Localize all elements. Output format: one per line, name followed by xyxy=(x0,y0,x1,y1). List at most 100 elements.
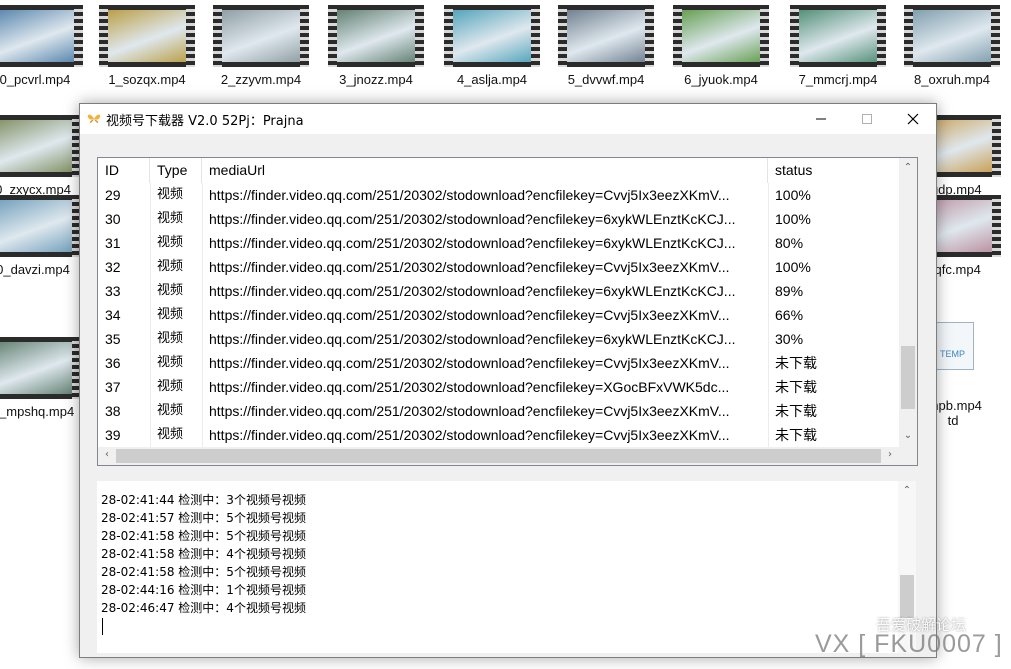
row-status: 未下载 xyxy=(775,403,817,419)
table-row[interactable]: 32 视频 https://finder.video.qq.com/251/2030… xyxy=(98,255,898,279)
row-status: 30% xyxy=(775,331,804,347)
scroll-left-arrow-icon[interactable]: ‹ xyxy=(98,449,116,460)
column-header-mediaurl[interactable]: mediaUrl xyxy=(202,158,768,183)
title-bar[interactable]: 视频号下载器 V2.0 52Pj：Prajna xyxy=(80,104,936,134)
row-id: 34 xyxy=(105,307,121,323)
column-header-id[interactable]: ID xyxy=(98,158,150,183)
row-type: 视频 xyxy=(157,403,184,418)
table-row[interactable]: 29 视频 https://finder.video.qq.com/251/2030… xyxy=(98,183,898,207)
scroll-thumb[interactable] xyxy=(116,449,881,463)
contact-watermark: VX [ FKU0007 ] xyxy=(815,630,1003,658)
video-thumbnail-icon xyxy=(673,5,769,67)
table-header: ID Type mediaUrl status xyxy=(98,158,898,183)
row-type: 视频 xyxy=(157,211,184,226)
video-thumbnail-icon xyxy=(99,5,195,67)
row-media-url: https://finder.video.qq.com/251/20302/st… xyxy=(209,283,736,299)
text-caret xyxy=(102,618,103,635)
scroll-thumb[interactable] xyxy=(900,575,914,618)
log-line: 28-02:46:47 检测中：4个视频号视频 xyxy=(101,601,306,615)
video-thumbnail-icon xyxy=(904,5,1000,67)
desktop-video-file[interactable]: 4_aslja.mp4 xyxy=(437,5,547,87)
row-status: 100% xyxy=(775,259,811,275)
row-status: 80% xyxy=(775,235,804,251)
file-name: 0_mpshq.mp4 xyxy=(0,404,75,419)
table-horizontal-scrollbar[interactable]: ‹ › xyxy=(98,447,917,465)
video-thumbnail-icon xyxy=(0,337,81,399)
desktop-video-file[interactable]: 0_davzi.mp4 xyxy=(0,195,88,277)
column-header-status[interactable]: status xyxy=(768,158,898,183)
table-row[interactable]: 31 视频 https://finder.video.qq.com/251/2030… xyxy=(98,231,898,255)
minimize-button[interactable] xyxy=(798,104,844,134)
row-media-url: https://finder.video.qq.com/251/20302/st… xyxy=(209,379,730,395)
downloader-window: 视频号下载器 V2.0 52Pj：Prajna ID Type mediaUrl… xyxy=(79,103,937,658)
row-id: 35 xyxy=(105,331,121,347)
row-media-url: https://finder.video.qq.com/251/20302/st… xyxy=(209,259,730,275)
log-line: 28-02:41:57 检测中：5个视频号视频 xyxy=(101,511,306,525)
file-name: 5_dvvwf.mp4 xyxy=(567,72,645,87)
row-status: 100% xyxy=(775,211,811,227)
temp-file-icon[interactable]: TEMP xyxy=(936,322,974,370)
desktop-video-file[interactable]: 7_mmcrj.mp4 xyxy=(783,5,893,87)
row-type: 视频 xyxy=(157,259,184,274)
video-thumbnail-icon xyxy=(558,5,654,67)
row-status: 100% xyxy=(775,187,811,203)
row-media-url: https://finder.video.qq.com/251/20302/st… xyxy=(209,235,736,251)
table-row[interactable]: 33 视频 https://finder.video.qq.com/251/2030… xyxy=(98,279,898,303)
log-line: 28-02:41:58 检测中：5个视频号视频 xyxy=(101,529,306,543)
row-id: 37 xyxy=(105,379,121,395)
log-textarea[interactable]: 28-02:41:44 检测中：3个视频号视频 28-02:41:57 检测中：5… xyxy=(97,481,916,653)
download-table[interactable]: ID Type mediaUrl status 29 视频 https://find… xyxy=(97,157,918,466)
desktop-video-file[interactable]: 1_sozqx.mp4 xyxy=(92,5,202,87)
desktop-video-file[interactable]: 2_zzyvm.mp4 xyxy=(206,5,316,87)
row-id: 32 xyxy=(105,259,121,275)
row-media-url: https://finder.video.qq.com/251/20302/st… xyxy=(209,211,736,227)
row-id: 33 xyxy=(105,283,121,299)
row-id: 39 xyxy=(105,427,121,443)
row-id: 29 xyxy=(105,187,121,203)
row-media-url: https://finder.video.qq.com/251/20302/st… xyxy=(209,355,730,371)
row-status: 未下载 xyxy=(775,355,817,371)
row-type: 视频 xyxy=(157,355,184,370)
scroll-down-arrow-icon[interactable]: ⌄ xyxy=(899,430,917,441)
row-type: 视频 xyxy=(157,235,184,250)
table-row[interactable]: 30 视频 https://finder.video.qq.com/251/2030… xyxy=(98,207,898,231)
log-line: 28-02:41:44 检测中：3个视频号视频 xyxy=(101,493,306,507)
butterfly-icon xyxy=(87,114,101,123)
scroll-thumb[interactable] xyxy=(901,346,915,409)
desktop-video-file[interactable]: 0_mpshq.mp4 xyxy=(0,337,88,419)
file-name: 7_mmcrj.mp4 xyxy=(798,72,878,87)
row-type: 视频 xyxy=(157,427,184,442)
desktop-video-file[interactable]: 6_jyuok.mp4 xyxy=(666,5,776,87)
row-media-url: https://finder.video.qq.com/251/20302/st… xyxy=(209,331,736,347)
table-vertical-scrollbar[interactable]: ⌃ ⌄ xyxy=(899,158,917,447)
video-thumbnail-icon xyxy=(0,115,81,177)
scroll-up-arrow-icon[interactable]: ⌃ xyxy=(899,162,917,173)
log-line: 28-02:44:16 检测中：1个视频号视频 xyxy=(101,583,306,597)
video-thumbnail-icon xyxy=(0,195,81,257)
row-type: 视频 xyxy=(157,379,184,394)
row-id: 30 xyxy=(105,211,121,227)
row-id: 38 xyxy=(105,403,121,419)
table-row[interactable]: 38 视频 https://finder.video.qq.com/251/2030… xyxy=(98,399,898,423)
desktop-video-file[interactable]: 5_dvvwf.mp4 xyxy=(551,5,661,87)
file-name: 2_zzyvm.mp4 xyxy=(220,72,302,87)
temp-label: TEMP xyxy=(940,349,966,359)
log-line: 28-02:41:58 检测中：4个视频号视频 xyxy=(101,547,306,561)
table-row[interactable]: 34 视频 https://finder.video.qq.com/251/2030… xyxy=(98,303,898,327)
column-header-type[interactable]: Type xyxy=(150,158,202,183)
desktop-video-file[interactable]: 8_oxruh.mp4 xyxy=(897,5,1007,87)
scroll-right-arrow-icon[interactable]: › xyxy=(881,449,899,460)
table-row[interactable]: 36 视频 https://finder.video.qq.com/251/2030… xyxy=(98,351,898,375)
table-row[interactable]: 39 视频 https://finder.video.qq.com/251/2030… xyxy=(98,423,898,447)
file-name: 8_oxruh.mp4 xyxy=(914,72,990,87)
desktop-video-file[interactable]: 3_jnozz.mp4 xyxy=(321,5,431,87)
table-row[interactable]: 37 视频 https://finder.video.qq.com/251/2030… xyxy=(98,375,898,399)
table-row[interactable]: 35 视频 https://finder.video.qq.com/251/2030… xyxy=(98,327,898,351)
desktop-video-file[interactable]: 0_zxycx.mp4 xyxy=(0,115,88,197)
desktop-video-file[interactable]: 0_pcvrl.mp4 xyxy=(0,5,90,87)
scroll-up-arrow-icon[interactable]: ⌃ xyxy=(898,485,916,496)
video-thumbnail-icon xyxy=(790,5,886,67)
close-button[interactable] xyxy=(890,104,936,134)
file-name: 0_pcvrl.mp4 xyxy=(0,72,71,87)
maximize-button[interactable] xyxy=(844,104,890,134)
